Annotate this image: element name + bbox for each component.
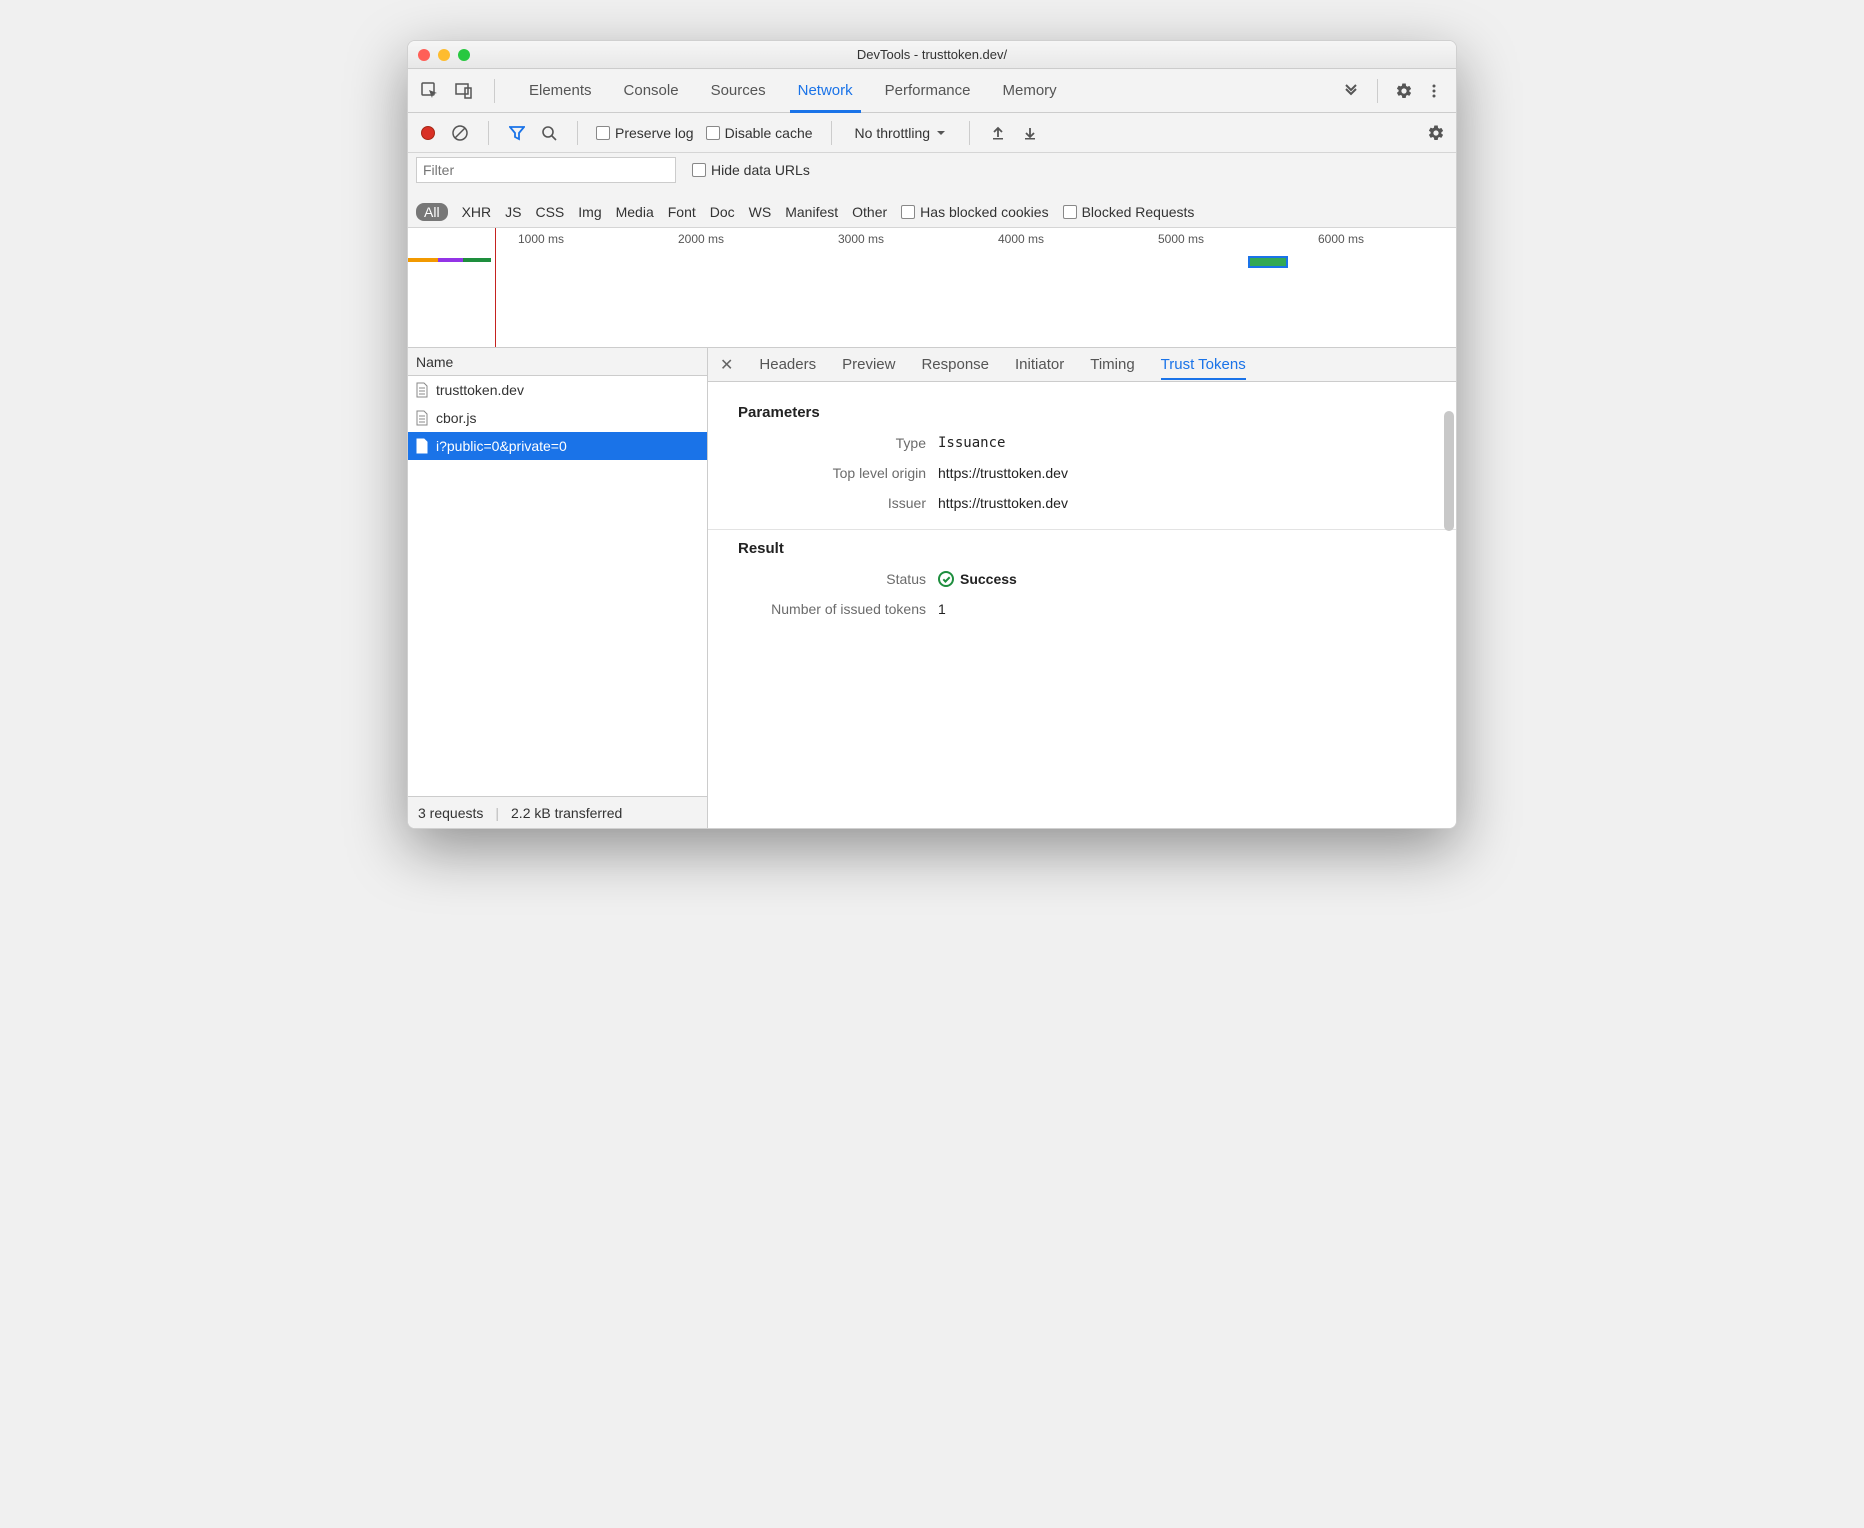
origin-value: https://trusttoken.dev: [938, 465, 1068, 481]
filter-type-ws[interactable]: WS: [749, 204, 772, 220]
hide-data-urls-checkbox[interactable]: Hide data URLs: [692, 162, 810, 178]
inspect-icon[interactable]: [420, 81, 440, 101]
filter-type-css[interactable]: CSS: [535, 204, 564, 220]
close-window-button[interactable]: [418, 49, 430, 61]
timeline-label: 3000 ms: [838, 232, 888, 246]
maximize-window-button[interactable]: [458, 49, 470, 61]
clear-icon[interactable]: [450, 123, 470, 143]
request-list-pane: Name trusttoken.dev cbor.js i?public=0&pri…: [408, 348, 708, 828]
main-split: Name trusttoken.dev cbor.js i?public=0&pri…: [408, 348, 1456, 828]
status-value: Success: [960, 571, 1017, 587]
divider: [831, 121, 832, 145]
disable-cache-label: Disable cache: [725, 125, 813, 141]
tab-elements[interactable]: Elements: [513, 69, 608, 112]
token-count-label: Number of issued tokens: [738, 601, 938, 617]
status-bar: 3 requests | 2.2 kB transferred: [408, 796, 707, 828]
settings-gear-icon[interactable]: [1394, 81, 1414, 101]
filter-type-manifest[interactable]: Manifest: [785, 204, 838, 220]
tab-performance[interactable]: Performance: [869, 69, 987, 112]
detail-tab-timing[interactable]: Timing: [1090, 350, 1134, 379]
filter-type-other[interactable]: Other: [852, 204, 887, 220]
timeline-label: 6000 ms: [1318, 232, 1368, 246]
tab-sources[interactable]: Sources: [695, 69, 782, 112]
download-har-icon[interactable]: [1020, 123, 1040, 143]
transferred-size: 2.2 kB transferred: [511, 805, 622, 821]
has-blocked-cookies-checkbox[interactable]: Has blocked cookies: [901, 204, 1048, 220]
record-button[interactable]: [418, 123, 438, 143]
network-settings-icon[interactable]: [1426, 123, 1446, 143]
timeline-label: 1000 ms: [518, 232, 568, 246]
tab-console[interactable]: Console: [608, 69, 695, 112]
tab-memory[interactable]: Memory: [987, 69, 1073, 112]
detail-tab-preview[interactable]: Preview: [842, 350, 895, 379]
waterfall-timeline[interactable]: 1000 ms 2000 ms 3000 ms 4000 ms 5000 ms 6000 …: [408, 228, 1456, 348]
success-check-icon: [938, 571, 954, 587]
divider: [488, 121, 489, 145]
filter-type-font[interactable]: Font: [668, 204, 696, 220]
network-toolbar: Preserve log Disable cache No throttling: [408, 113, 1456, 153]
request-row[interactable]: trusttoken.dev: [408, 376, 707, 404]
divider: [969, 121, 970, 145]
type-value: Issuance: [938, 435, 1005, 451]
result-heading: Result: [738, 540, 1436, 557]
filter-bar: Hide data URLs All XHR JS CSS Img Media Font Do…: [408, 153, 1456, 228]
hide-data-urls-label: Hide data URLs: [711, 162, 810, 178]
throttling-label: No throttling: [855, 125, 930, 141]
request-name: i?public=0&private=0: [436, 438, 567, 454]
timeline-label: 2000 ms: [678, 232, 728, 246]
titlebar: DevTools - trusttoken.dev/: [408, 41, 1456, 69]
request-name: trusttoken.dev: [436, 382, 524, 398]
detail-pane: ✕ Headers Preview Response Initiator Timing T…: [708, 348, 1456, 828]
throttling-select[interactable]: No throttling: [850, 122, 951, 144]
main-tabbar: ElementsConsoleSourcesNetworkPerformance…: [408, 69, 1456, 113]
close-icon[interactable]: ✕: [716, 355, 737, 375]
type-label: Type: [738, 435, 938, 451]
filter-type-img[interactable]: Img: [578, 204, 601, 220]
token-count-value: 1: [938, 601, 946, 617]
issuer-label: Issuer: [738, 495, 938, 511]
divider: [1377, 79, 1378, 103]
preserve-log-checkbox[interactable]: Preserve log: [596, 125, 694, 141]
request-name: cbor.js: [436, 410, 476, 426]
scrollbar[interactable]: [1444, 411, 1454, 531]
detail-tab-initiator[interactable]: Initiator: [1015, 350, 1064, 379]
request-row[interactable]: i?public=0&private=0: [408, 432, 707, 460]
filter-funnel-icon[interactable]: [507, 123, 527, 143]
status-label: Status: [738, 571, 938, 587]
disable-cache-checkbox[interactable]: Disable cache: [706, 125, 813, 141]
upload-har-icon[interactable]: [988, 123, 1008, 143]
search-icon[interactable]: [539, 123, 559, 143]
window-title: DevTools - trusttoken.dev/: [408, 47, 1456, 62]
filter-input[interactable]: [416, 157, 676, 183]
detail-tab-headers[interactable]: Headers: [759, 350, 816, 379]
document-icon: [414, 382, 430, 398]
filter-type-doc[interactable]: Doc: [710, 204, 735, 220]
detail-tab-trust-tokens[interactable]: Trust Tokens: [1161, 350, 1246, 379]
document-icon: [414, 438, 430, 454]
blocked-requests-checkbox[interactable]: Blocked Requests: [1063, 204, 1195, 220]
parameters-heading: Parameters: [738, 404, 1436, 421]
tab-network[interactable]: Network: [782, 69, 869, 112]
request-count: 3 requests: [418, 805, 483, 821]
preserve-log-label: Preserve log: [615, 125, 694, 141]
filter-type-js[interactable]: JS: [505, 204, 521, 220]
request-row[interactable]: cbor.js: [408, 404, 707, 432]
origin-label: Top level origin: [738, 465, 938, 481]
detail-tab-response[interactable]: Response: [921, 350, 989, 379]
minimize-window-button[interactable]: [438, 49, 450, 61]
filter-type-media[interactable]: Media: [616, 204, 654, 220]
document-icon: [414, 410, 430, 426]
kebab-menu-icon[interactable]: [1424, 81, 1444, 101]
detail-tabs: ✕ Headers Preview Response Initiator Timing T…: [708, 348, 1456, 382]
issuer-value: https://trusttoken.dev: [938, 495, 1068, 511]
divider: [494, 79, 495, 103]
more-tabs-icon[interactable]: [1341, 81, 1361, 101]
device-toolbar-icon[interactable]: [454, 81, 474, 101]
divider: [577, 121, 578, 145]
filter-type-xhr[interactable]: XHR: [462, 204, 492, 220]
timeline-label: 5000 ms: [1158, 232, 1208, 246]
filter-type-all[interactable]: All: [416, 203, 448, 221]
timeline-label: 4000 ms: [998, 232, 1048, 246]
name-column-header[interactable]: Name: [408, 348, 707, 376]
